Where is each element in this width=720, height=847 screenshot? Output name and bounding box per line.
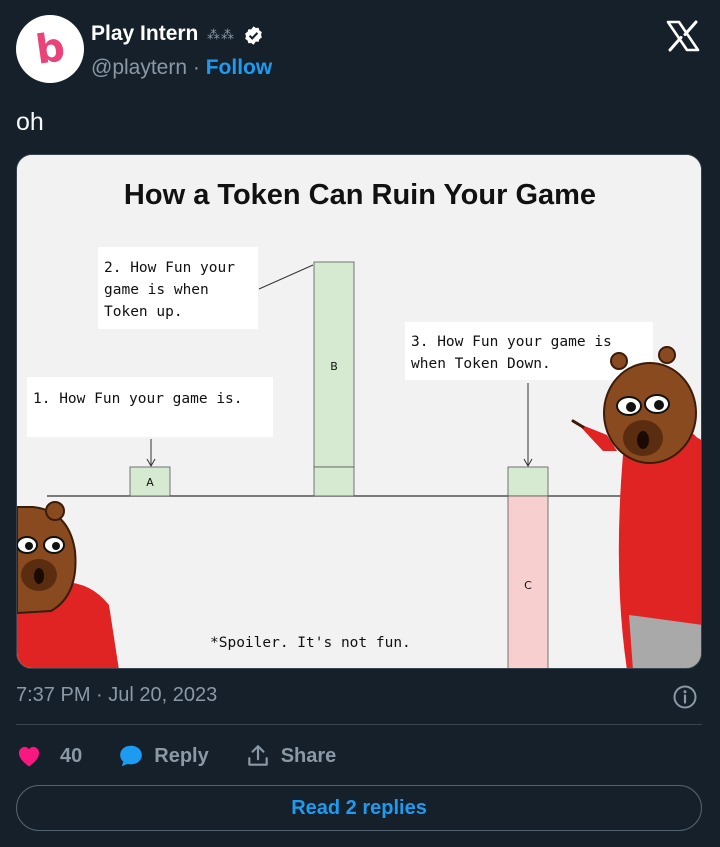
callout-text-1: 1. How Fun your game is. xyxy=(33,391,243,407)
action-bar: 40 Reply Share xyxy=(16,740,372,772)
bar-c-label: C xyxy=(524,579,532,592)
callout-box-1 xyxy=(27,377,273,437)
verified-badge-icon xyxy=(245,26,262,45)
author-display-name[interactable]: Play Intern xyxy=(91,22,198,46)
reply-button[interactable]: Reply xyxy=(118,743,209,769)
like-count: 40 xyxy=(60,744,83,767)
share-upload-icon xyxy=(247,745,268,766)
sparkle-emoji-icon: ⁂⁂ xyxy=(207,27,235,42)
x-logo-icon[interactable] xyxy=(665,20,701,52)
heart-icon xyxy=(18,746,40,767)
separator-dot: · xyxy=(192,56,200,79)
tweet-media-image[interactable]: How a Token Can Ruin Your Game 1. How Fu… xyxy=(16,154,702,669)
share-label: Share xyxy=(280,744,337,767)
spoiler-footnote: *Spoiler. It's not fun. xyxy=(210,635,411,651)
like-button[interactable]: 40 xyxy=(16,743,82,769)
speech-bubble-icon xyxy=(120,745,143,767)
divider xyxy=(16,724,702,725)
follow-button[interactable]: Follow xyxy=(206,56,273,79)
tweet-timestamp[interactable]: 7:37 PM · Jul 20, 2023 xyxy=(16,684,217,707)
read-replies-button[interactable]: Read 2 replies xyxy=(16,785,702,831)
tweet-text: oh xyxy=(16,108,44,136)
info-icon[interactable] xyxy=(672,684,698,710)
meme-image: How a Token Can Ruin Your Game 1. How Fu… xyxy=(17,155,701,668)
share-button[interactable]: Share xyxy=(245,743,337,769)
bar-c-top xyxy=(507,466,549,497)
bar-a-label: A xyxy=(146,476,154,489)
reply-label: Reply xyxy=(154,744,209,767)
image-title: How a Token Can Ruin Your Game xyxy=(124,179,596,211)
handle-row: @playtern · Follow xyxy=(91,56,272,80)
author-handle[interactable]: @playtern xyxy=(91,56,187,79)
avatar[interactable]: b xyxy=(16,15,84,83)
avatar-logo: b xyxy=(32,24,68,74)
bar-b-base xyxy=(313,466,355,497)
bar-b-label: B xyxy=(330,360,338,373)
